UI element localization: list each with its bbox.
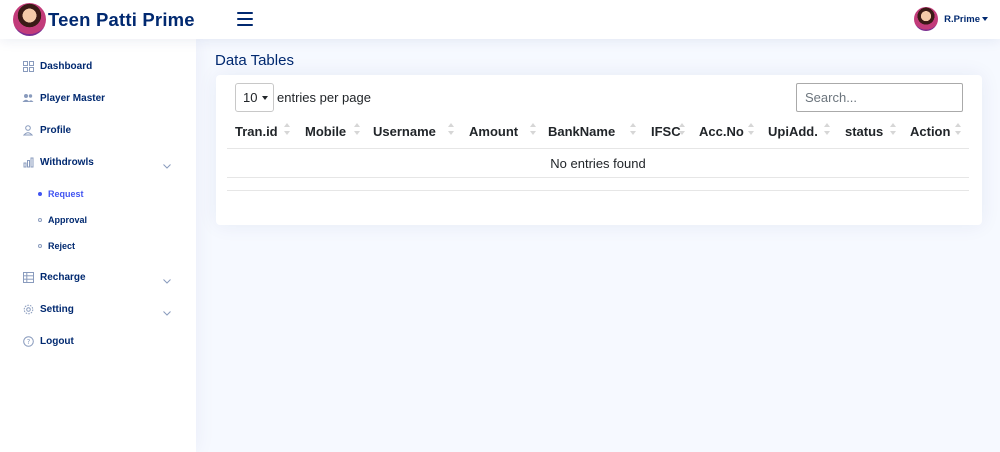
bullet-icon [38, 218, 42, 222]
sidebar-item-setting[interactable]: Setting [22, 303, 74, 315]
column-header-tran-id[interactable]: Tran.id [235, 124, 278, 139]
sidebar-item-label: Dashboard [40, 60, 93, 72]
logo[interactable]: Teen Patti Prime [13, 3, 195, 36]
chevron-down-icon[interactable] [162, 273, 172, 284]
column-header-acc-no[interactable]: Acc.No [699, 124, 744, 139]
bullet-icon [38, 244, 42, 248]
bullet-icon [38, 192, 42, 196]
search-input[interactable] [796, 83, 963, 112]
sort-icon[interactable] [448, 123, 454, 139]
gear-icon [22, 303, 34, 315]
sort-icon[interactable] [748, 123, 754, 139]
sort-icon[interactable] [284, 123, 290, 139]
profile-dropdown[interactable]: R.Prime [914, 7, 988, 31]
column-header-action[interactable]: Action [910, 124, 950, 139]
page-title: Data Tables [215, 52, 294, 69]
sidebar-subitem-label: Reject [48, 241, 76, 251]
column-header-mobile[interactable]: Mobile [305, 124, 346, 139]
sidebar-item-label: Setting [40, 303, 74, 315]
sidebar-item-label: Recharge [40, 271, 86, 283]
chevron-down-icon[interactable] [162, 305, 172, 316]
sidebar-item-logout[interactable]: ? Logout [22, 335, 74, 347]
sort-icon[interactable] [824, 123, 830, 139]
sidebar-subitem-reject[interactable]: Reject [38, 241, 75, 251]
chevron-down-icon[interactable] [162, 158, 172, 169]
sort-icon[interactable] [630, 123, 636, 139]
sidebar-item-withdrowls[interactable]: Withdrowls [22, 156, 94, 168]
sidebar-item-recharge[interactable]: Recharge [22, 271, 86, 283]
bar-chart-icon [22, 156, 34, 168]
column-header-amount[interactable]: Amount [469, 124, 518, 139]
sidebar-subitem-approval[interactable]: Approval [38, 215, 87, 225]
sidebar-item-profile[interactable]: Profile [22, 124, 71, 136]
chevron-down-icon [262, 95, 269, 100]
column-header-bankname[interactable]: BankName [548, 124, 615, 139]
logo-image [13, 3, 46, 36]
sidebar-subitem-request[interactable]: Request [38, 189, 84, 199]
column-header-status[interactable]: status [845, 124, 883, 139]
column-header-username[interactable]: Username [373, 124, 436, 139]
column-header-upi-add[interactable]: UpiAdd. [768, 124, 818, 139]
table-icon [22, 271, 34, 283]
question-circle-icon: ? [22, 335, 34, 347]
people-icon [22, 92, 34, 104]
svg-text:?: ? [26, 338, 30, 346]
sidebar: Dashboard Player Master Profile Withdrow… [0, 39, 196, 452]
sort-icon[interactable] [955, 123, 961, 139]
page-size-select[interactable]: 10 [235, 83, 274, 112]
grid-icon [22, 60, 34, 72]
sidebar-item-dashboard[interactable]: Dashboard [22, 60, 92, 72]
sidebar-item-player-master[interactable]: Player Master [22, 92, 105, 104]
profile-name: R.Prime [944, 13, 980, 25]
page-size-value: 10 [243, 90, 258, 105]
caret-down-icon [982, 17, 988, 21]
menu-toggle-icon[interactable] [237, 12, 253, 26]
entries-per-page: 10 entries per page [235, 83, 371, 112]
sidebar-item-label: Player Master [40, 92, 106, 104]
person-icon [22, 124, 34, 136]
top-header: Teen Patti Prime R.Prime [0, 0, 1000, 39]
sidebar-subitem-label: Approval [48, 215, 88, 225]
sidebar-subitem-label: Request [48, 189, 84, 199]
table-footer-divider [227, 190, 969, 191]
table-header: Tran.id Mobile Username Amount BankName … [227, 119, 969, 149]
sidebar-item-label: Withdrowls [40, 156, 94, 168]
empty-message: No entries found [550, 155, 646, 171]
sort-icon[interactable] [890, 123, 896, 139]
sort-icon[interactable] [354, 123, 360, 139]
app-title: Teen Patti Prime [48, 8, 195, 30]
column-header-ifsc[interactable]: IFSC [651, 124, 681, 139]
data-table-card: 10 entries per page Tran.id Mobile Usern… [216, 75, 982, 225]
entries-per-page-label: entries per page [277, 90, 371, 105]
avatar [914, 7, 939, 31]
sort-icon[interactable] [679, 123, 685, 139]
table-empty-row: No entries found [227, 149, 969, 178]
sort-icon[interactable] [530, 123, 536, 139]
sidebar-item-label: Profile [40, 124, 72, 136]
sidebar-item-label: Logout [40, 335, 74, 347]
